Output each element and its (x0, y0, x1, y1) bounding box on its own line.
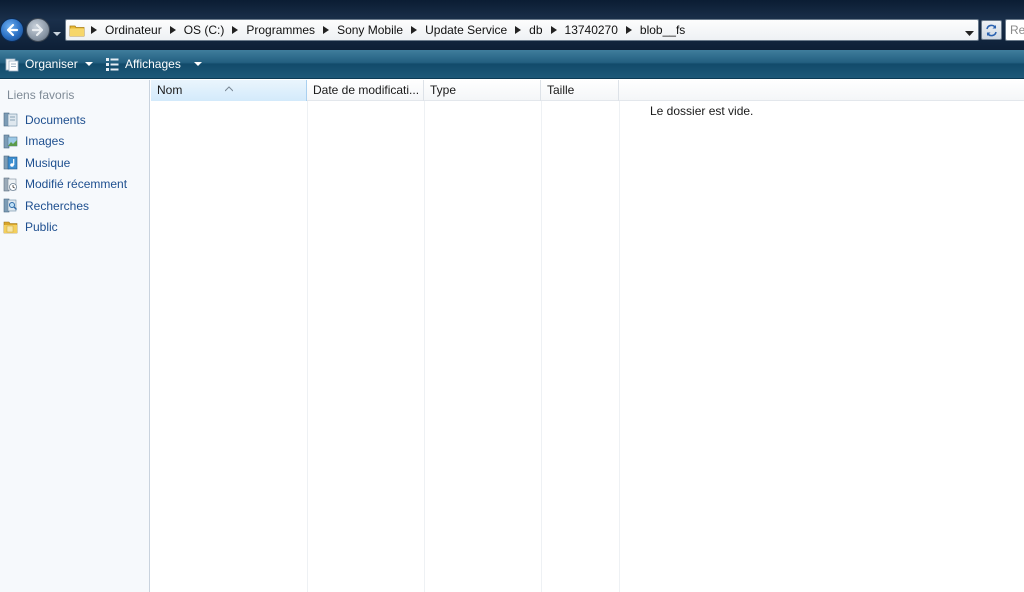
sidebar-item-images[interactable]: Images (0, 131, 150, 153)
images-icon (2, 133, 18, 149)
column-header-nom[interactable]: Nom (151, 80, 307, 101)
sidebar-item-public[interactable]: Public (0, 217, 150, 239)
empty-folder-message: Le dossier est vide. (650, 104, 754, 118)
chevron-down-icon (53, 32, 61, 36)
public-folder-icon (2, 219, 18, 235)
breadcrumb-separator-icon[interactable] (86, 20, 102, 40)
breadcrumb-item-os-c[interactable]: OS (C:) (181, 20, 228, 40)
views-icon (104, 56, 120, 72)
organize-icon (4, 56, 20, 72)
refresh-icon (986, 24, 997, 36)
column-header-type[interactable]: Type (424, 80, 541, 101)
forward-button[interactable] (26, 18, 50, 42)
navigation-pane: Liens favoris Documents Images Musique M… (0, 80, 150, 592)
sidebar-item-recherches[interactable]: Recherches (0, 195, 150, 217)
column-divider (541, 101, 542, 592)
column-divider (307, 101, 308, 592)
breadcrumb-item-sony-mobile[interactable]: Sony Mobile (334, 20, 406, 40)
column-header-taille[interactable]: Taille (541, 80, 619, 101)
breadcrumb-item-db[interactable]: db (526, 20, 545, 40)
address-history-dropdown[interactable] (965, 26, 974, 36)
breadcrumb-separator-icon[interactable] (510, 20, 526, 40)
affichages-label: Affichages (125, 57, 181, 71)
search-input[interactable]: Re (1005, 19, 1024, 41)
breadcrumb: Ordinateur OS (C:) Programmes Sony Mobil… (86, 20, 688, 40)
breadcrumb-separator-icon[interactable] (165, 20, 181, 40)
organiser-button[interactable]: Organiser (4, 50, 93, 78)
sidebar-item-documents[interactable]: Documents (0, 109, 150, 131)
address-bar: Ordinateur OS (C:) Programmes Sony Mobil… (0, 0, 1024, 50)
arrow-right-icon (31, 23, 44, 37)
breadcrumb-item-13740270[interactable]: 13740270 (562, 20, 621, 40)
search-folder-icon (2, 198, 18, 214)
organiser-label: Organiser (25, 57, 78, 71)
file-list[interactable]: Nom Date de modificati... Type Taille Le… (151, 80, 1024, 592)
column-header-label: Nom (157, 83, 183, 97)
sidebar-item-label: Documents (25, 112, 86, 127)
sidebar-item-label: Musique (25, 155, 71, 170)
sort-ascending-icon (224, 80, 234, 92)
column-divider (619, 101, 620, 592)
breadcrumb-separator-icon[interactable] (546, 20, 562, 40)
column-header-date[interactable]: Date de modificati... (307, 80, 424, 101)
documents-icon (2, 112, 18, 128)
arrow-left-icon (6, 23, 19, 37)
column-header-row: Nom Date de modificati... Type Taille (151, 80, 1024, 101)
sidebar-item-musique[interactable]: Musique (0, 152, 150, 174)
sidebar-item-label: Public (25, 220, 58, 235)
address-field[interactable]: Ordinateur OS (C:) Programmes Sony Mobil… (65, 19, 979, 41)
favorite-links-list: Documents Images Musique Modifié récemme… (0, 109, 150, 238)
chevron-down-icon (193, 61, 202, 67)
column-header-label: Date de modificati... (313, 83, 420, 97)
column-header-label: Type (430, 83, 457, 97)
breadcrumb-item-programmes[interactable]: Programmes (243, 20, 318, 40)
chevron-down-icon (84, 61, 93, 67)
command-bar: Organiser Affichages (0, 50, 1024, 79)
favorite-links-heading: Liens favoris (7, 88, 75, 102)
breadcrumb-item-update-service[interactable]: Update Service (422, 20, 510, 40)
breadcrumb-item-ordinateur[interactable]: Ordinateur (102, 20, 165, 40)
column-divider (424, 101, 425, 592)
chevron-down-icon (965, 31, 974, 36)
breadcrumb-separator-icon[interactable] (227, 20, 243, 40)
affichages-button[interactable]: Affichages (104, 50, 202, 78)
sidebar-item-label: Modifié récemment (25, 177, 128, 192)
music-icon (2, 155, 18, 171)
folder-icon (68, 21, 86, 39)
refresh-button[interactable] (981, 20, 1002, 40)
back-button[interactable] (0, 18, 24, 42)
breadcrumb-separator-icon[interactable] (318, 20, 334, 40)
recent-pages-dropdown[interactable] (52, 27, 62, 36)
breadcrumb-separator-icon[interactable] (406, 20, 422, 40)
sidebar-item-modifie-recemment[interactable]: Modifié récemment (0, 174, 150, 196)
recent-icon (2, 176, 18, 192)
sidebar-item-label: Images (25, 134, 65, 149)
column-header-label: Taille (547, 83, 575, 97)
sidebar-item-label: Recherches (25, 198, 90, 213)
breadcrumb-item-blob-fs[interactable]: blob__fs (637, 20, 688, 40)
breadcrumb-separator-icon[interactable] (621, 20, 637, 40)
